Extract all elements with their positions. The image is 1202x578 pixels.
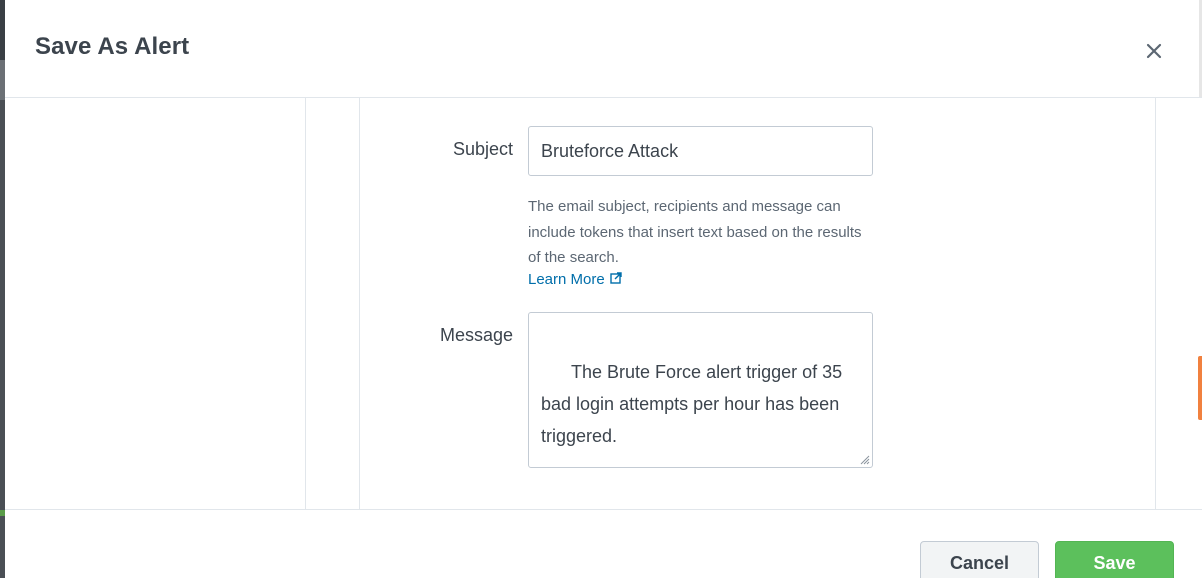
subject-label: Subject [452,139,513,159]
learn-more-label: Learn More [528,271,605,288]
message-textarea[interactable]: The Brute Force alert trigger of 35 bad … [528,312,873,468]
message-value: The Brute Force alert trigger of 35 bad … [541,362,848,446]
modal-title: Save As Alert [35,33,190,60]
section-divider [305,98,306,509]
external-link-icon [610,271,622,288]
section-divider [359,98,360,509]
modal-header: Save As Alert [5,0,1202,98]
close-icon [1146,43,1162,59]
save-as-alert-dialog: Save As Alert Subject Bruteforce Attack … [0,0,1202,578]
subject-input[interactable]: Bruteforce Attack [528,126,873,176]
save-button[interactable]: Save [1055,541,1174,578]
subject-value: Bruteforce Attack [541,140,679,161]
modal-footer: Cancel Save [5,509,1202,578]
cancel-button[interactable]: Cancel [920,541,1039,578]
section-divider [1155,98,1156,509]
resize-handle-icon[interactable] [858,453,870,465]
message-label: Message [439,325,513,345]
learn-more-link[interactable]: Learn More [528,271,622,288]
close-button[interactable] [1142,39,1166,63]
modal-body: Subject Bruteforce Attack The email subj… [5,98,1202,509]
help-text: The email subject, recipients and messag… [528,198,862,266]
